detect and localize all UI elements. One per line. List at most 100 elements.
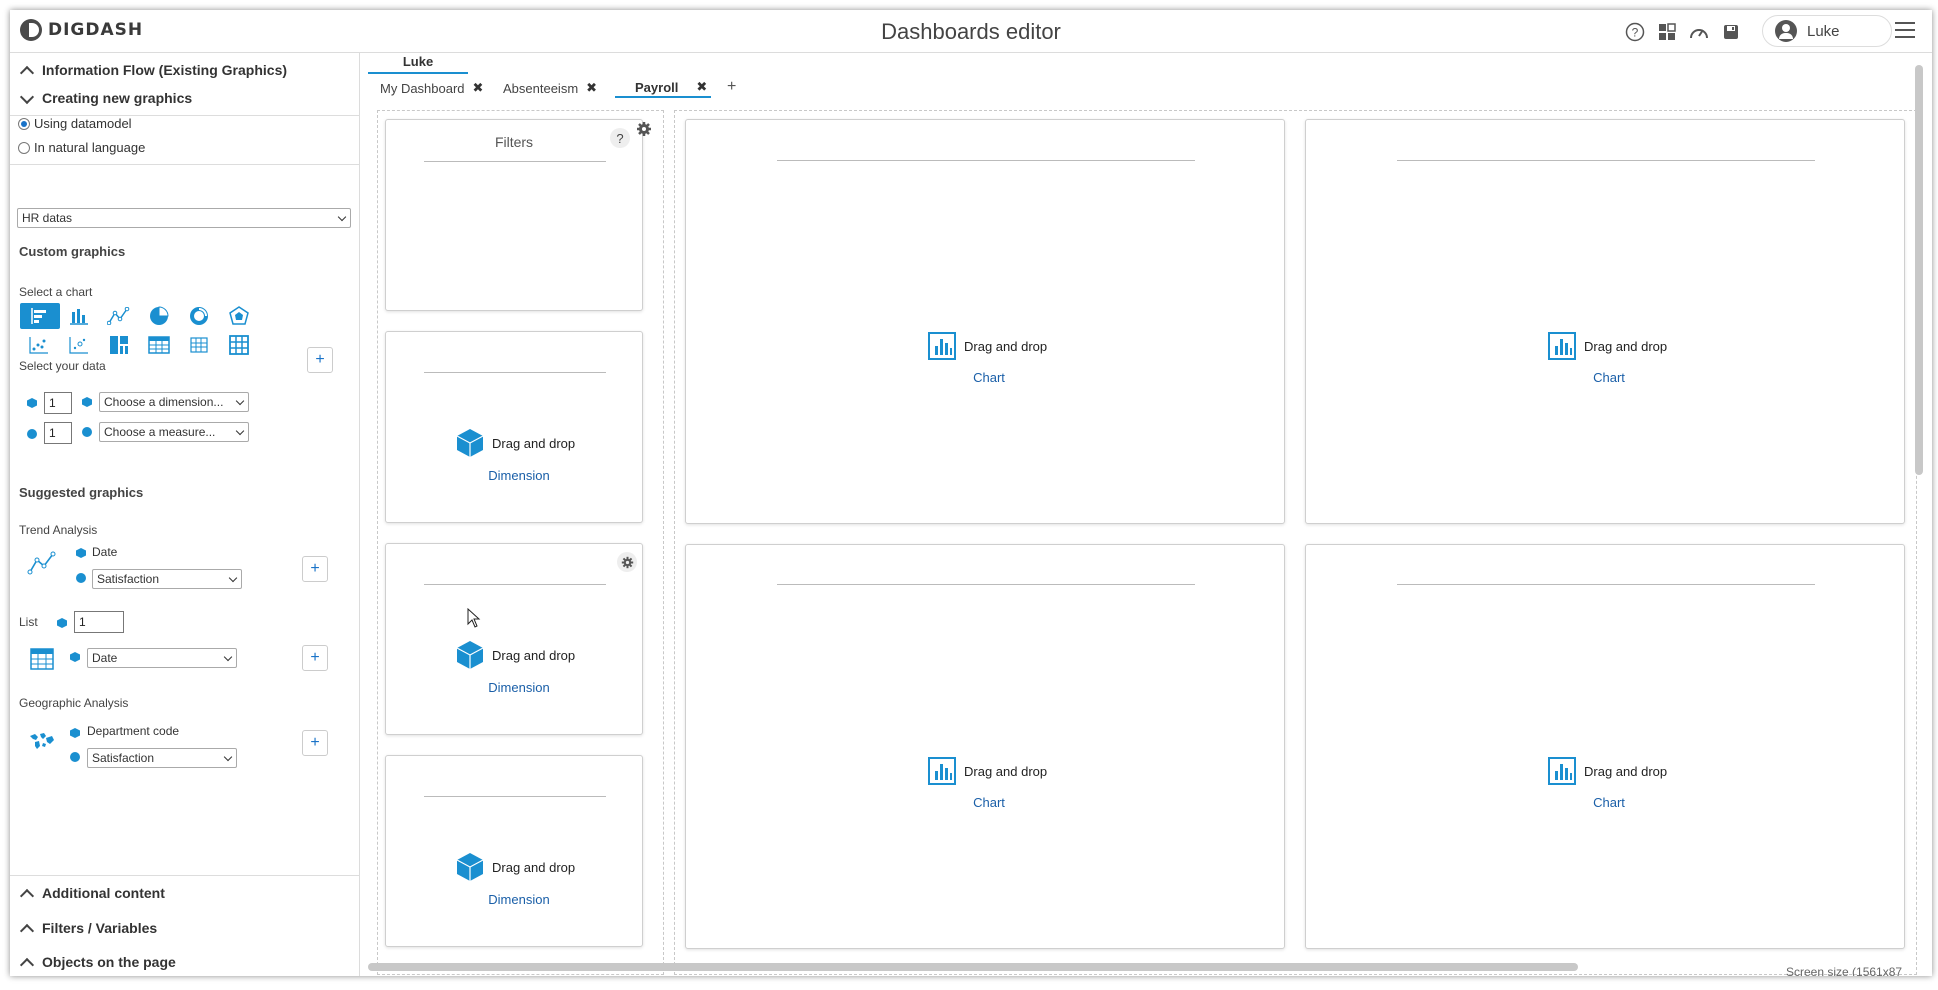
card-divider bbox=[424, 372, 606, 373]
chart-drop-card[interactable]: Drag and drop Chart bbox=[1305, 119, 1905, 524]
chart-type-table-icon[interactable] bbox=[146, 334, 172, 356]
add-list-chart-button[interactable]: + bbox=[302, 645, 328, 671]
select-chart-label: Select a chart bbox=[19, 285, 93, 299]
card-divider bbox=[424, 584, 606, 585]
chart-drop-card[interactable]: Drag and drop Chart bbox=[685, 119, 1285, 524]
widgets-icon[interactable] bbox=[1656, 21, 1678, 43]
accordion-label: Information Flow (Existing Graphics) bbox=[42, 62, 288, 78]
dimension-drop-card[interactable]: Drag and drop Dimension bbox=[385, 543, 643, 735]
dimension-link[interactable]: Dimension bbox=[386, 468, 644, 483]
list-dimension-select[interactable]: Date bbox=[87, 648, 237, 668]
chart-type-line-icon[interactable] bbox=[106, 305, 132, 327]
filters-card[interactable]: Filters bbox=[385, 119, 643, 311]
card-divider bbox=[424, 796, 606, 797]
chart-type-radar-icon[interactable] bbox=[226, 305, 252, 327]
tab-label: Payroll bbox=[635, 79, 679, 95]
radio-using-datamodel[interactable]: Using datamodel bbox=[18, 116, 132, 131]
accordion-additional-content[interactable]: Additional content bbox=[10, 876, 360, 910]
chart-type-bubble-icon[interactable] bbox=[66, 334, 92, 356]
help-button[interactable]: ? bbox=[610, 128, 630, 148]
drag-drop-hint: Drag and drop bbox=[456, 428, 575, 458]
radio-checked-icon[interactable] bbox=[18, 117, 30, 130]
user-tab[interactable]: Luke bbox=[368, 54, 468, 74]
accordion-objects-on-page[interactable]: Objects on the page bbox=[10, 945, 360, 976]
close-tab-icon[interactable]: ✖ bbox=[473, 80, 484, 96]
chart-type-crosstab-icon[interactable] bbox=[226, 334, 252, 356]
accordion-label: Additional content bbox=[42, 885, 165, 901]
geo-dimension-label: Department code bbox=[87, 724, 180, 738]
help-icon[interactable]: ? bbox=[1624, 21, 1646, 43]
measure-select[interactable]: Choose a measure... bbox=[99, 422, 249, 442]
chart-link[interactable]: Chart bbox=[686, 795, 1286, 810]
dimension-count-input[interactable]: 1 bbox=[44, 392, 72, 414]
trend-measure-select[interactable]: Satisfaction bbox=[92, 569, 242, 589]
svg-text:?: ? bbox=[1632, 26, 1639, 40]
settings-gear-icon[interactable] bbox=[617, 552, 637, 572]
dimension-cube-icon bbox=[456, 641, 484, 669]
drag-drop-text: Drag and drop bbox=[1584, 763, 1668, 779]
chevron-up-icon bbox=[20, 956, 32, 968]
accordion-filters-variables[interactable]: Filters / Variables bbox=[10, 911, 360, 945]
radio-natural-language[interactable]: In natural language bbox=[18, 140, 145, 155]
accordion-label: Objects on the page bbox=[42, 954, 176, 970]
chart-link[interactable]: Chart bbox=[1306, 370, 1906, 385]
dimension-drop-card[interactable]: Drag and drop Dimension bbox=[385, 755, 643, 947]
add-trend-chart-button[interactable]: + bbox=[302, 556, 328, 582]
dimension-cube-icon bbox=[27, 398, 37, 408]
custom-graphics-heading: Custom graphics bbox=[19, 244, 126, 259]
geographic-analysis-label: Geographic Analysis bbox=[19, 696, 129, 710]
chart-link[interactable]: Chart bbox=[686, 370, 1286, 385]
chart-type-vertical-bar-icon[interactable] bbox=[66, 305, 92, 327]
list-table-icon bbox=[30, 648, 54, 670]
tab-my-dashboard[interactable]: My Dashboard ✖ bbox=[380, 78, 483, 98]
geo-measure-select[interactable]: Satisfaction bbox=[87, 748, 237, 768]
chart-drop-card[interactable]: Drag and drop Chart bbox=[1305, 544, 1905, 949]
hamburger-menu-icon[interactable] bbox=[1895, 22, 1915, 40]
horizontal-scrollbar[interactable] bbox=[368, 963, 1578, 971]
drag-drop-text: Drag and drop bbox=[964, 763, 1048, 779]
tab-absenteeism[interactable]: Absenteeism ✖ bbox=[503, 78, 597, 98]
drag-drop-text: Drag and drop bbox=[492, 647, 576, 663]
drag-drop-text: Drag and drop bbox=[492, 859, 576, 875]
measure-dot-icon bbox=[82, 427, 92, 437]
drag-drop-hint: Drag and drop bbox=[456, 852, 575, 882]
settings-gear-icon[interactable] bbox=[636, 121, 652, 137]
datamodel-select[interactable]: HR datas bbox=[17, 208, 351, 228]
vertical-scrollbar[interactable] bbox=[1915, 65, 1923, 475]
bar-chart-icon bbox=[1548, 332, 1576, 360]
add-custom-chart-button[interactable]: + bbox=[307, 347, 333, 373]
add-geo-chart-button[interactable]: + bbox=[302, 730, 328, 756]
chevron-up-icon bbox=[20, 887, 32, 899]
select-data-label: Select your data bbox=[19, 359, 106, 373]
chart-type-grid-icon[interactable] bbox=[186, 334, 212, 356]
radio-label: Using datamodel bbox=[34, 116, 132, 131]
accordion-label: Creating new graphics bbox=[42, 90, 193, 106]
close-tab-icon[interactable]: ✖ bbox=[586, 80, 597, 96]
dimension-link[interactable]: Dimension bbox=[386, 680, 644, 695]
dimension-link[interactable]: Dimension bbox=[386, 892, 644, 907]
chart-type-scatter-icon[interactable] bbox=[26, 334, 52, 356]
chart-type-treemap-icon[interactable] bbox=[106, 334, 132, 356]
dimension-drop-card[interactable]: Drag and drop Dimension bbox=[385, 331, 643, 523]
card-divider bbox=[777, 160, 1195, 161]
left-panel: Information Flow (Existing Graphics) Cre… bbox=[10, 53, 360, 976]
gauge-icon[interactable] bbox=[1688, 21, 1710, 43]
dimension-select[interactable]: Choose a dimension... bbox=[99, 392, 249, 412]
save-icon[interactable] bbox=[1720, 21, 1742, 43]
close-tab-icon[interactable]: ✖ bbox=[696, 79, 707, 95]
chart-link[interactable]: Chart bbox=[1306, 795, 1906, 810]
accordion-creating-new-graphics[interactable]: Creating new graphics bbox=[10, 81, 360, 115]
add-tab-button[interactable]: + bbox=[727, 78, 736, 96]
chart-type-donut-icon[interactable] bbox=[186, 305, 212, 327]
dimension-cube-icon bbox=[57, 618, 67, 628]
radio-unchecked-icon[interactable] bbox=[18, 141, 30, 154]
tab-payroll[interactable]: Payroll ✖ bbox=[615, 78, 712, 98]
chart-type-horizontal-bar-icon[interactable] bbox=[20, 303, 60, 329]
drag-drop-text: Drag and drop bbox=[1584, 338, 1668, 354]
list-count-input[interactable]: 1 bbox=[74, 611, 124, 633]
chart-type-pie-icon[interactable] bbox=[146, 305, 172, 327]
user-menu-button[interactable]: Luke bbox=[1762, 15, 1892, 47]
chart-drop-card[interactable]: Drag and drop Chart bbox=[685, 544, 1285, 949]
suggested-graphics-heading: Suggested graphics bbox=[19, 485, 144, 500]
measure-count-input[interactable]: 1 bbox=[44, 422, 72, 444]
